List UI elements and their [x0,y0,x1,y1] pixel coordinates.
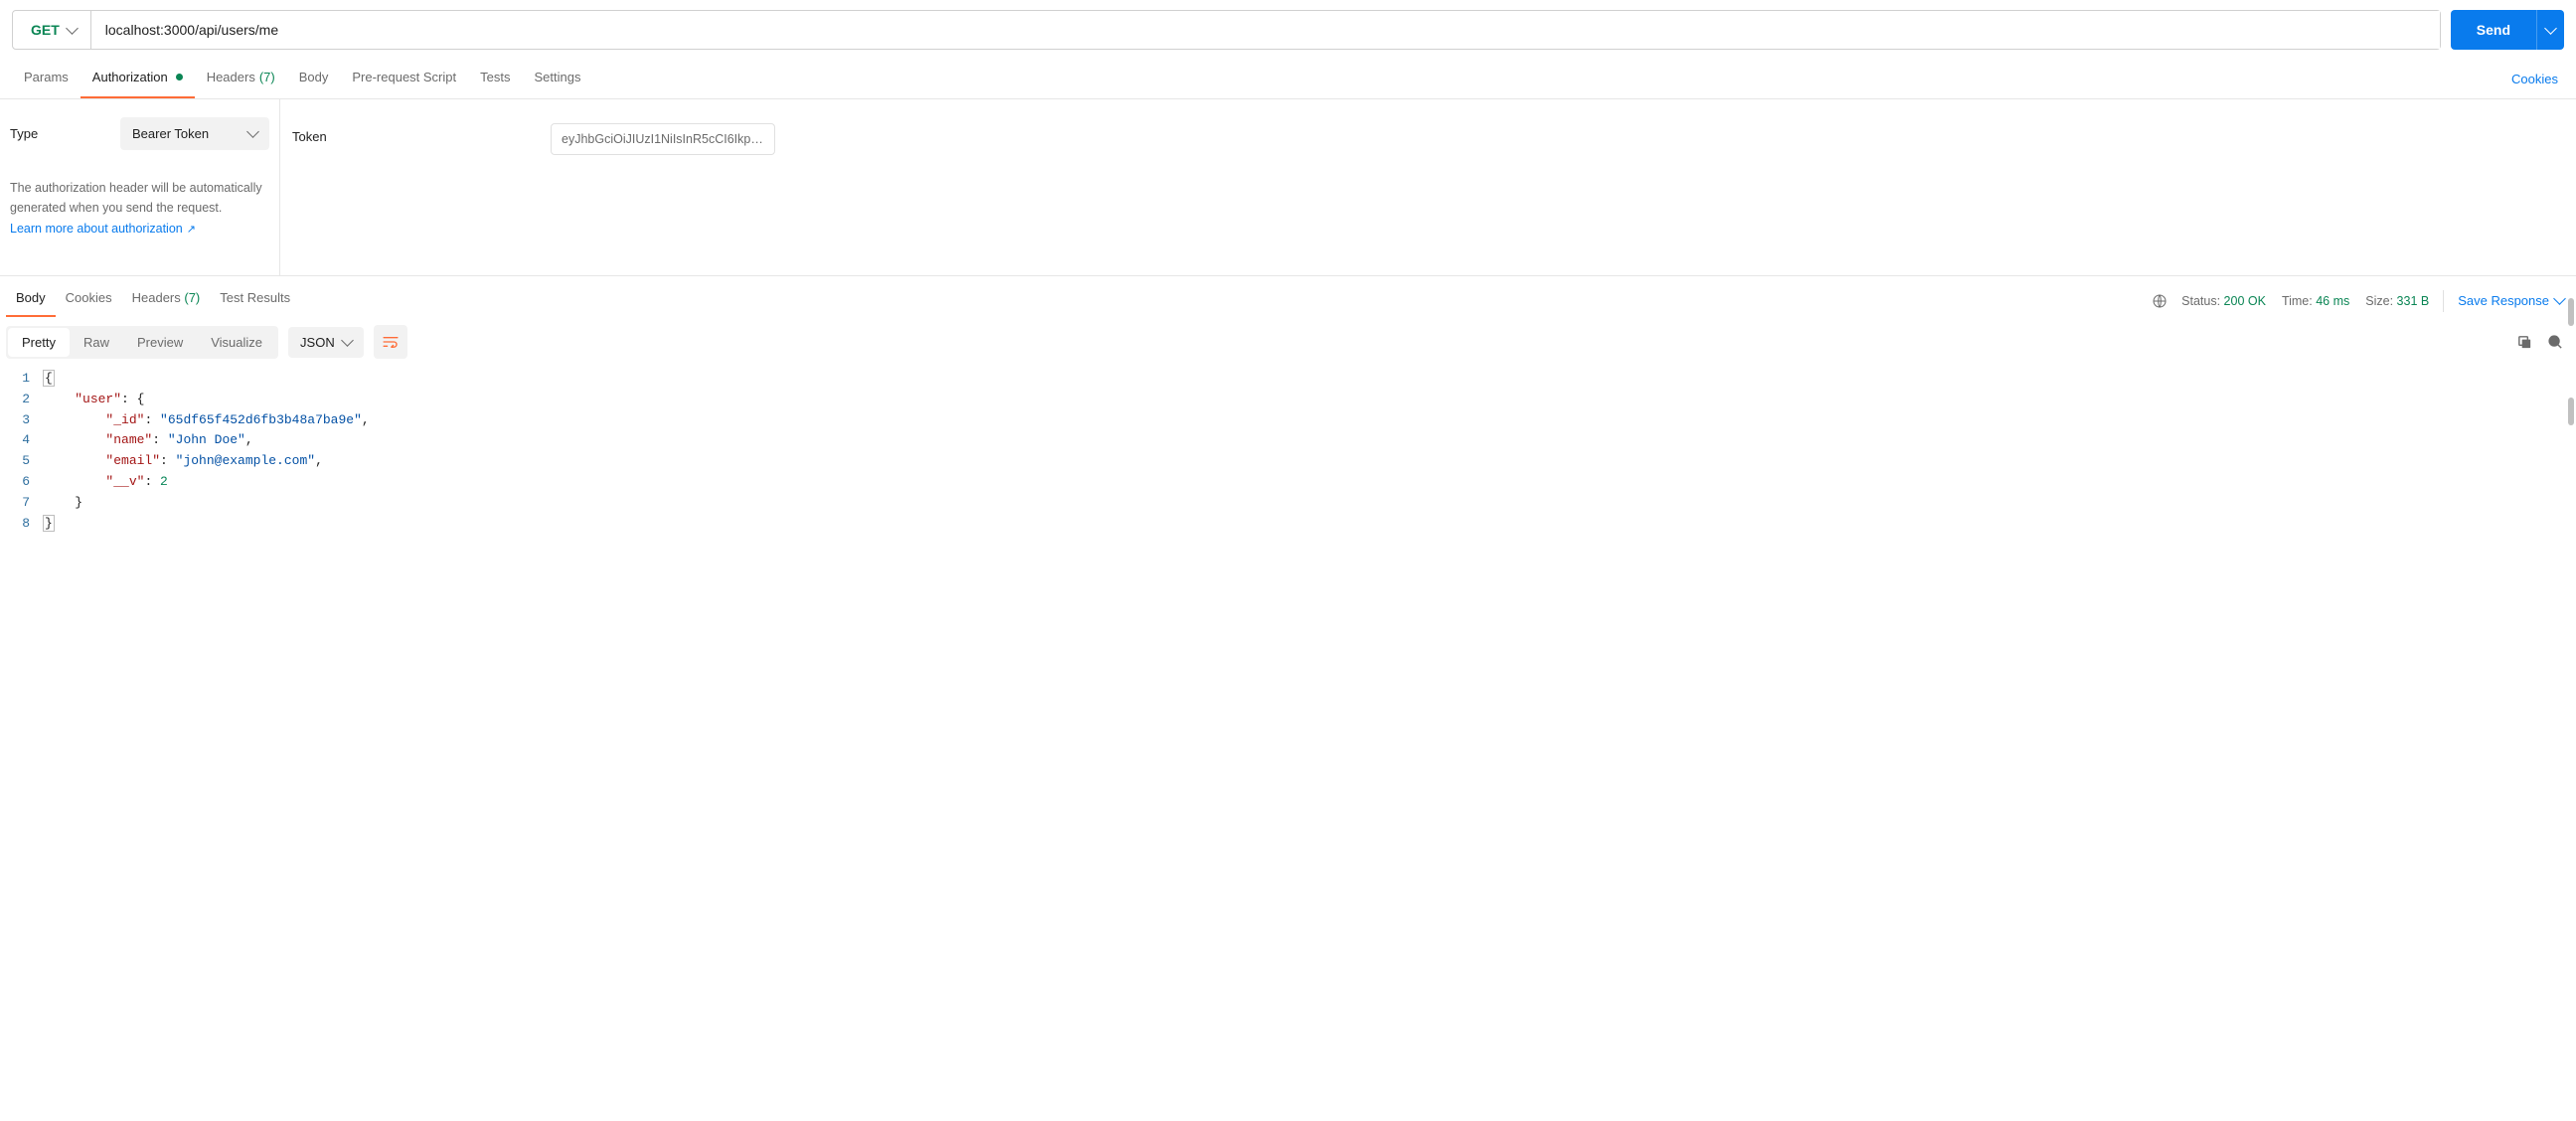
auth-type-row: Type Bearer Token [10,117,269,150]
view-tab-raw[interactable]: Raw [70,328,123,357]
response-tabs: Body Cookies Headers (7) Test Results St… [0,275,2576,317]
send-button-group: Send [2451,10,2564,50]
auth-type-label: Type [10,126,38,141]
chevron-down-icon [246,125,259,138]
resp-tab-test-results[interactable]: Test Results [210,284,300,317]
save-response-label: Save Response [2458,293,2549,308]
chevron-down-icon [2544,22,2557,35]
learn-more-link[interactable]: Learn more about authorization ↗ [10,222,196,236]
modified-dot-icon [176,74,183,80]
response-body-code[interactable]: 1{ 2 "user": { 3 "_id": "65df65f452d6fb3… [0,367,2576,554]
request-tabs: Params Authorization Headers (7) Body Pr… [0,60,2576,99]
size-item: Size: 331 B [2365,294,2429,308]
save-response-button[interactable]: Save Response [2458,293,2564,308]
resp-tab-cookies[interactable]: Cookies [56,284,122,317]
method-label: GET [31,22,60,38]
view-tab-visualize[interactable]: Visualize [197,328,276,357]
tab-authorization[interactable]: Authorization [80,60,195,98]
auth-left-panel: Type Bearer Token The authorization head… [0,99,280,275]
time-item: Time: 46 ms [2282,294,2349,308]
resp-tab-body[interactable]: Body [6,284,56,317]
chevron-down-icon [2553,292,2566,305]
method-select[interactable]: GET [13,11,91,49]
globe-icon[interactable] [2152,293,2168,309]
tab-headers-count: (7) [259,70,275,84]
authorization-panel: Type Bearer Token The authorization head… [0,99,2576,275]
cookies-link[interactable]: Cookies [2505,62,2564,96]
resp-tab-headers-count: (7) [184,290,200,305]
url-input[interactable] [91,11,2440,49]
status-group: Status: 200 OK Time: 46 ms Size: 331 B [2181,294,2429,308]
status-item: Status: 200 OK [2181,294,2266,308]
tab-headers-label: Headers [207,70,255,84]
scrollbar-thumb[interactable] [2568,298,2574,326]
chevron-down-icon [66,22,79,35]
wrap-icon [383,336,399,348]
send-dropdown[interactable] [2536,10,2564,50]
wrap-lines-button[interactable] [374,325,407,359]
scrollbar-thumb[interactable] [2568,398,2574,425]
external-link-icon: ↗ [187,223,196,236]
token-label: Token [292,123,511,144]
copy-icon[interactable] [2516,334,2533,351]
view-tab-preview[interactable]: Preview [123,328,197,357]
chevron-down-icon [341,334,354,347]
tab-body[interactable]: Body [287,60,341,98]
request-bar: GET Send [0,0,2576,60]
tab-params[interactable]: Params [12,60,80,98]
auth-type-dropdown[interactable]: Bearer Token [120,117,269,150]
url-group: GET [12,10,2441,50]
tab-tests[interactable]: Tests [468,60,522,98]
divider [2443,290,2444,312]
tab-settings[interactable]: Settings [522,60,592,98]
format-label: JSON [300,335,335,350]
response-toolbar: Pretty Raw Preview Visualize JSON [0,317,2576,367]
auth-right-panel: Token [280,99,787,275]
tab-headers[interactable]: Headers (7) [195,60,287,98]
resp-tab-headers[interactable]: Headers (7) [122,284,211,317]
tab-pre-request[interactable]: Pre-request Script [340,60,468,98]
tool-icons [2516,334,2564,351]
auth-type-value: Bearer Token [132,126,209,141]
format-dropdown[interactable]: JSON [288,327,364,358]
resp-tab-headers-label: Headers [132,290,181,305]
view-tab-pretty[interactable]: Pretty [8,328,70,357]
view-mode-tabs: Pretty Raw Preview Visualize [6,326,278,359]
auth-description: The authorization header will be automat… [10,178,269,218]
search-icon[interactable] [2547,334,2564,351]
send-button[interactable]: Send [2451,10,2536,50]
tab-authorization-label: Authorization [92,70,168,84]
learn-more-label: Learn more about authorization [10,222,183,236]
token-input[interactable] [551,123,775,155]
